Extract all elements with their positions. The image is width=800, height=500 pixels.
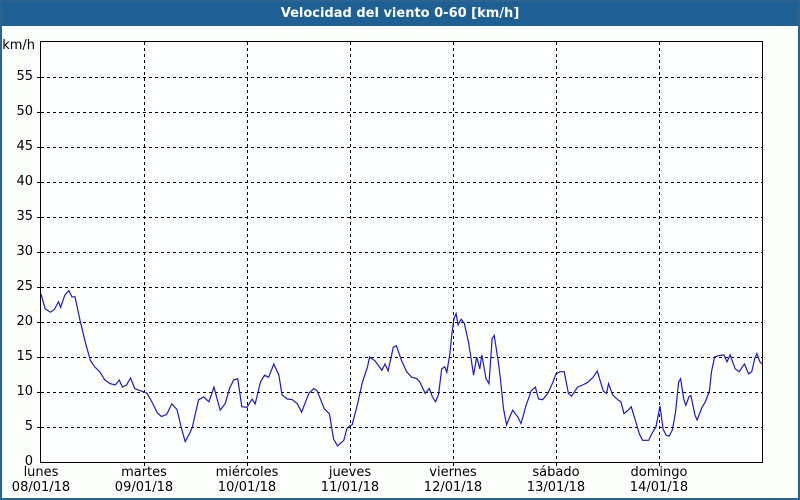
x-axis-day-label: viernes 12/01/18 [402,465,504,495]
day-date: 13/01/18 [526,480,586,495]
chart-title: Velocidad del viento 0-60 [km/h] [280,6,520,21]
wind-speed-line [41,289,762,447]
y-axis-label: 50 [16,104,33,119]
x-axis-day-label: lunes 08/01/18 [2,465,92,495]
wind-speed-chart [41,42,762,462]
x-axis-day-label: jueves 11/01/18 [299,465,401,495]
y-axis-label: 10 [16,384,33,399]
day-name: viernes [429,465,477,480]
day-name: miércoles [215,465,279,480]
y-axis-label: 25 [16,279,33,294]
y-axis-label: 15 [16,349,33,364]
day-date: 10/01/18 [217,480,277,495]
day-date: 12/01/18 [423,480,483,495]
chart-title-bar: Velocidad del viento 0-60 [km/h] [2,2,798,26]
day-date: 09/01/18 [114,480,174,495]
x-axis-day-label: miércoles 10/01/18 [196,465,298,495]
day-name: domingo [630,465,688,480]
app-window: Velocidad del viento 0-60 [km/h] km/h 05… [0,0,800,500]
y-axis-label: 30 [16,244,33,259]
y-axis-label: 40 [16,174,33,189]
x-axis-day-label: domingo 14/01/18 [608,465,710,495]
y-axis-label: 45 [16,139,33,154]
day-name: jueves [328,465,372,480]
y-axis-unit-label: km/h [2,38,35,53]
plot-area [40,41,763,463]
day-name: martes [121,465,167,480]
y-axis-label: 20 [16,314,33,329]
day-name: lunes [23,465,59,480]
day-date: 14/01/18 [629,480,689,495]
x-axis-day-label: martes 09/01/18 [93,465,195,495]
y-axis-label: 55 [16,69,33,84]
y-axis-label: 35 [16,209,33,224]
y-axis-label: 5 [24,419,33,434]
day-name: sábado [532,465,580,480]
x-axis-day-label: sábado 13/01/18 [505,465,607,495]
day-date: 08/01/18 [11,480,71,495]
day-date: 11/01/18 [320,480,380,495]
